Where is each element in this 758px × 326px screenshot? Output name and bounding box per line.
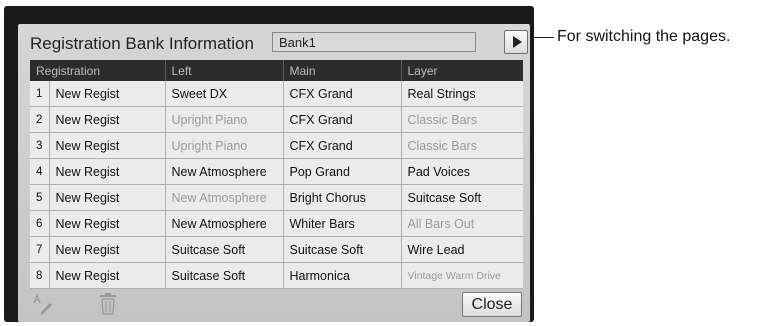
left-voice: New Atmosphere xyxy=(165,184,284,211)
annotation-leader-line xyxy=(534,37,554,38)
registration-name: New Regist xyxy=(49,158,166,185)
registration-name: New Regist xyxy=(49,184,166,211)
main-voice: CFX Grand xyxy=(283,106,402,133)
registration-bank-panel: Registration Bank Information Bank1 Regi… xyxy=(18,24,530,322)
page-switch-annotation: For switching the pages. xyxy=(557,28,731,45)
layer-voice: Classic Bars xyxy=(401,132,523,159)
layer-voice: Suitcase Soft xyxy=(401,184,523,211)
registration-name: New Regist xyxy=(49,132,166,159)
left-voice: New Atmosphere xyxy=(165,210,284,237)
row-number: 2 xyxy=(30,106,50,133)
registration-bank-window: Registration Bank Information Bank1 Regi… xyxy=(4,6,534,322)
header-left: Left xyxy=(165,60,284,81)
row-number: 6 xyxy=(30,210,50,237)
left-voice: Sweet DX xyxy=(165,81,284,107)
layer-voice: Wire Lead xyxy=(401,236,523,263)
row-number: 1 xyxy=(30,81,50,107)
table-row[interactable]: 3 New Regist Upright Piano CFX Grand Cla… xyxy=(30,132,523,159)
layer-voice: Real Strings xyxy=(401,81,523,107)
registration-name: New Regist xyxy=(49,262,166,289)
table-row[interactable]: 2 New Regist Upright Piano CFX Grand Cla… xyxy=(30,106,523,133)
main-voice: Whiter Bars xyxy=(283,210,402,237)
table-row[interactable]: 7 New Regist Suitcase Soft Suitcase Soft… xyxy=(30,236,523,263)
close-button[interactable]: Close xyxy=(462,292,522,317)
registration-table: Registration Left Main Layer 1 New Regis… xyxy=(30,60,523,289)
header-main: Main xyxy=(283,60,402,81)
table-header-row: Registration Left Main Layer xyxy=(30,60,523,81)
play-triangle-icon xyxy=(512,36,522,48)
bank-name-field[interactable]: Bank1 xyxy=(272,32,476,52)
left-voice: Suitcase Soft xyxy=(165,262,284,289)
table-row[interactable]: 1 New Regist Sweet DX CFX Grand Real Str… xyxy=(30,81,523,107)
table-row[interactable]: 5 New Regist New Atmosphere Bright Choru… xyxy=(30,184,523,211)
row-number: 7 xyxy=(30,236,50,263)
main-voice: CFX Grand xyxy=(283,81,402,107)
main-voice: Bright Chorus xyxy=(283,184,402,211)
row-number: 3 xyxy=(30,132,50,159)
layer-voice: All Bars Out xyxy=(401,210,523,237)
registration-name: New Regist xyxy=(49,210,166,237)
table-row[interactable]: 8 New Regist Suitcase Soft Harmonica Vin… xyxy=(30,262,523,289)
row-number: 8 xyxy=(30,262,50,289)
main-voice: Harmonica xyxy=(283,262,402,289)
layer-voice: Vintage Warm Drive xyxy=(401,262,523,289)
header-registration: Registration xyxy=(30,60,166,81)
registration-name: New Regist xyxy=(49,106,166,133)
panel-title: Registration Bank Information xyxy=(30,34,254,53)
main-voice: Suitcase Soft xyxy=(283,236,402,263)
row-number: 5 xyxy=(30,184,50,211)
trash-icon xyxy=(100,293,116,315)
rename-pencil-icon xyxy=(33,293,52,315)
table-row[interactable]: 6 New Regist New Atmosphere Whiter Bars … xyxy=(30,210,523,237)
registration-name: New Regist xyxy=(49,81,166,107)
row-number: 4 xyxy=(30,158,50,185)
page-switch-button[interactable] xyxy=(504,30,528,54)
registration-name: New Regist xyxy=(49,236,166,263)
main-voice: CFX Grand xyxy=(283,132,402,159)
left-voice: New Atmosphere xyxy=(165,158,284,185)
main-voice: Pop Grand xyxy=(283,158,402,185)
table-row[interactable]: 4 New Regist New Atmosphere Pop Grand Pa… xyxy=(30,158,523,185)
header-layer: Layer xyxy=(401,60,523,81)
delete-button[interactable] xyxy=(98,292,118,321)
left-voice: Suitcase Soft xyxy=(165,236,284,263)
layer-voice: Pad Voices xyxy=(401,158,523,185)
left-voice: Upright Piano xyxy=(165,106,284,133)
layer-voice: Classic Bars xyxy=(401,106,523,133)
left-voice: Upright Piano xyxy=(165,132,284,159)
rename-button[interactable] xyxy=(32,292,56,321)
